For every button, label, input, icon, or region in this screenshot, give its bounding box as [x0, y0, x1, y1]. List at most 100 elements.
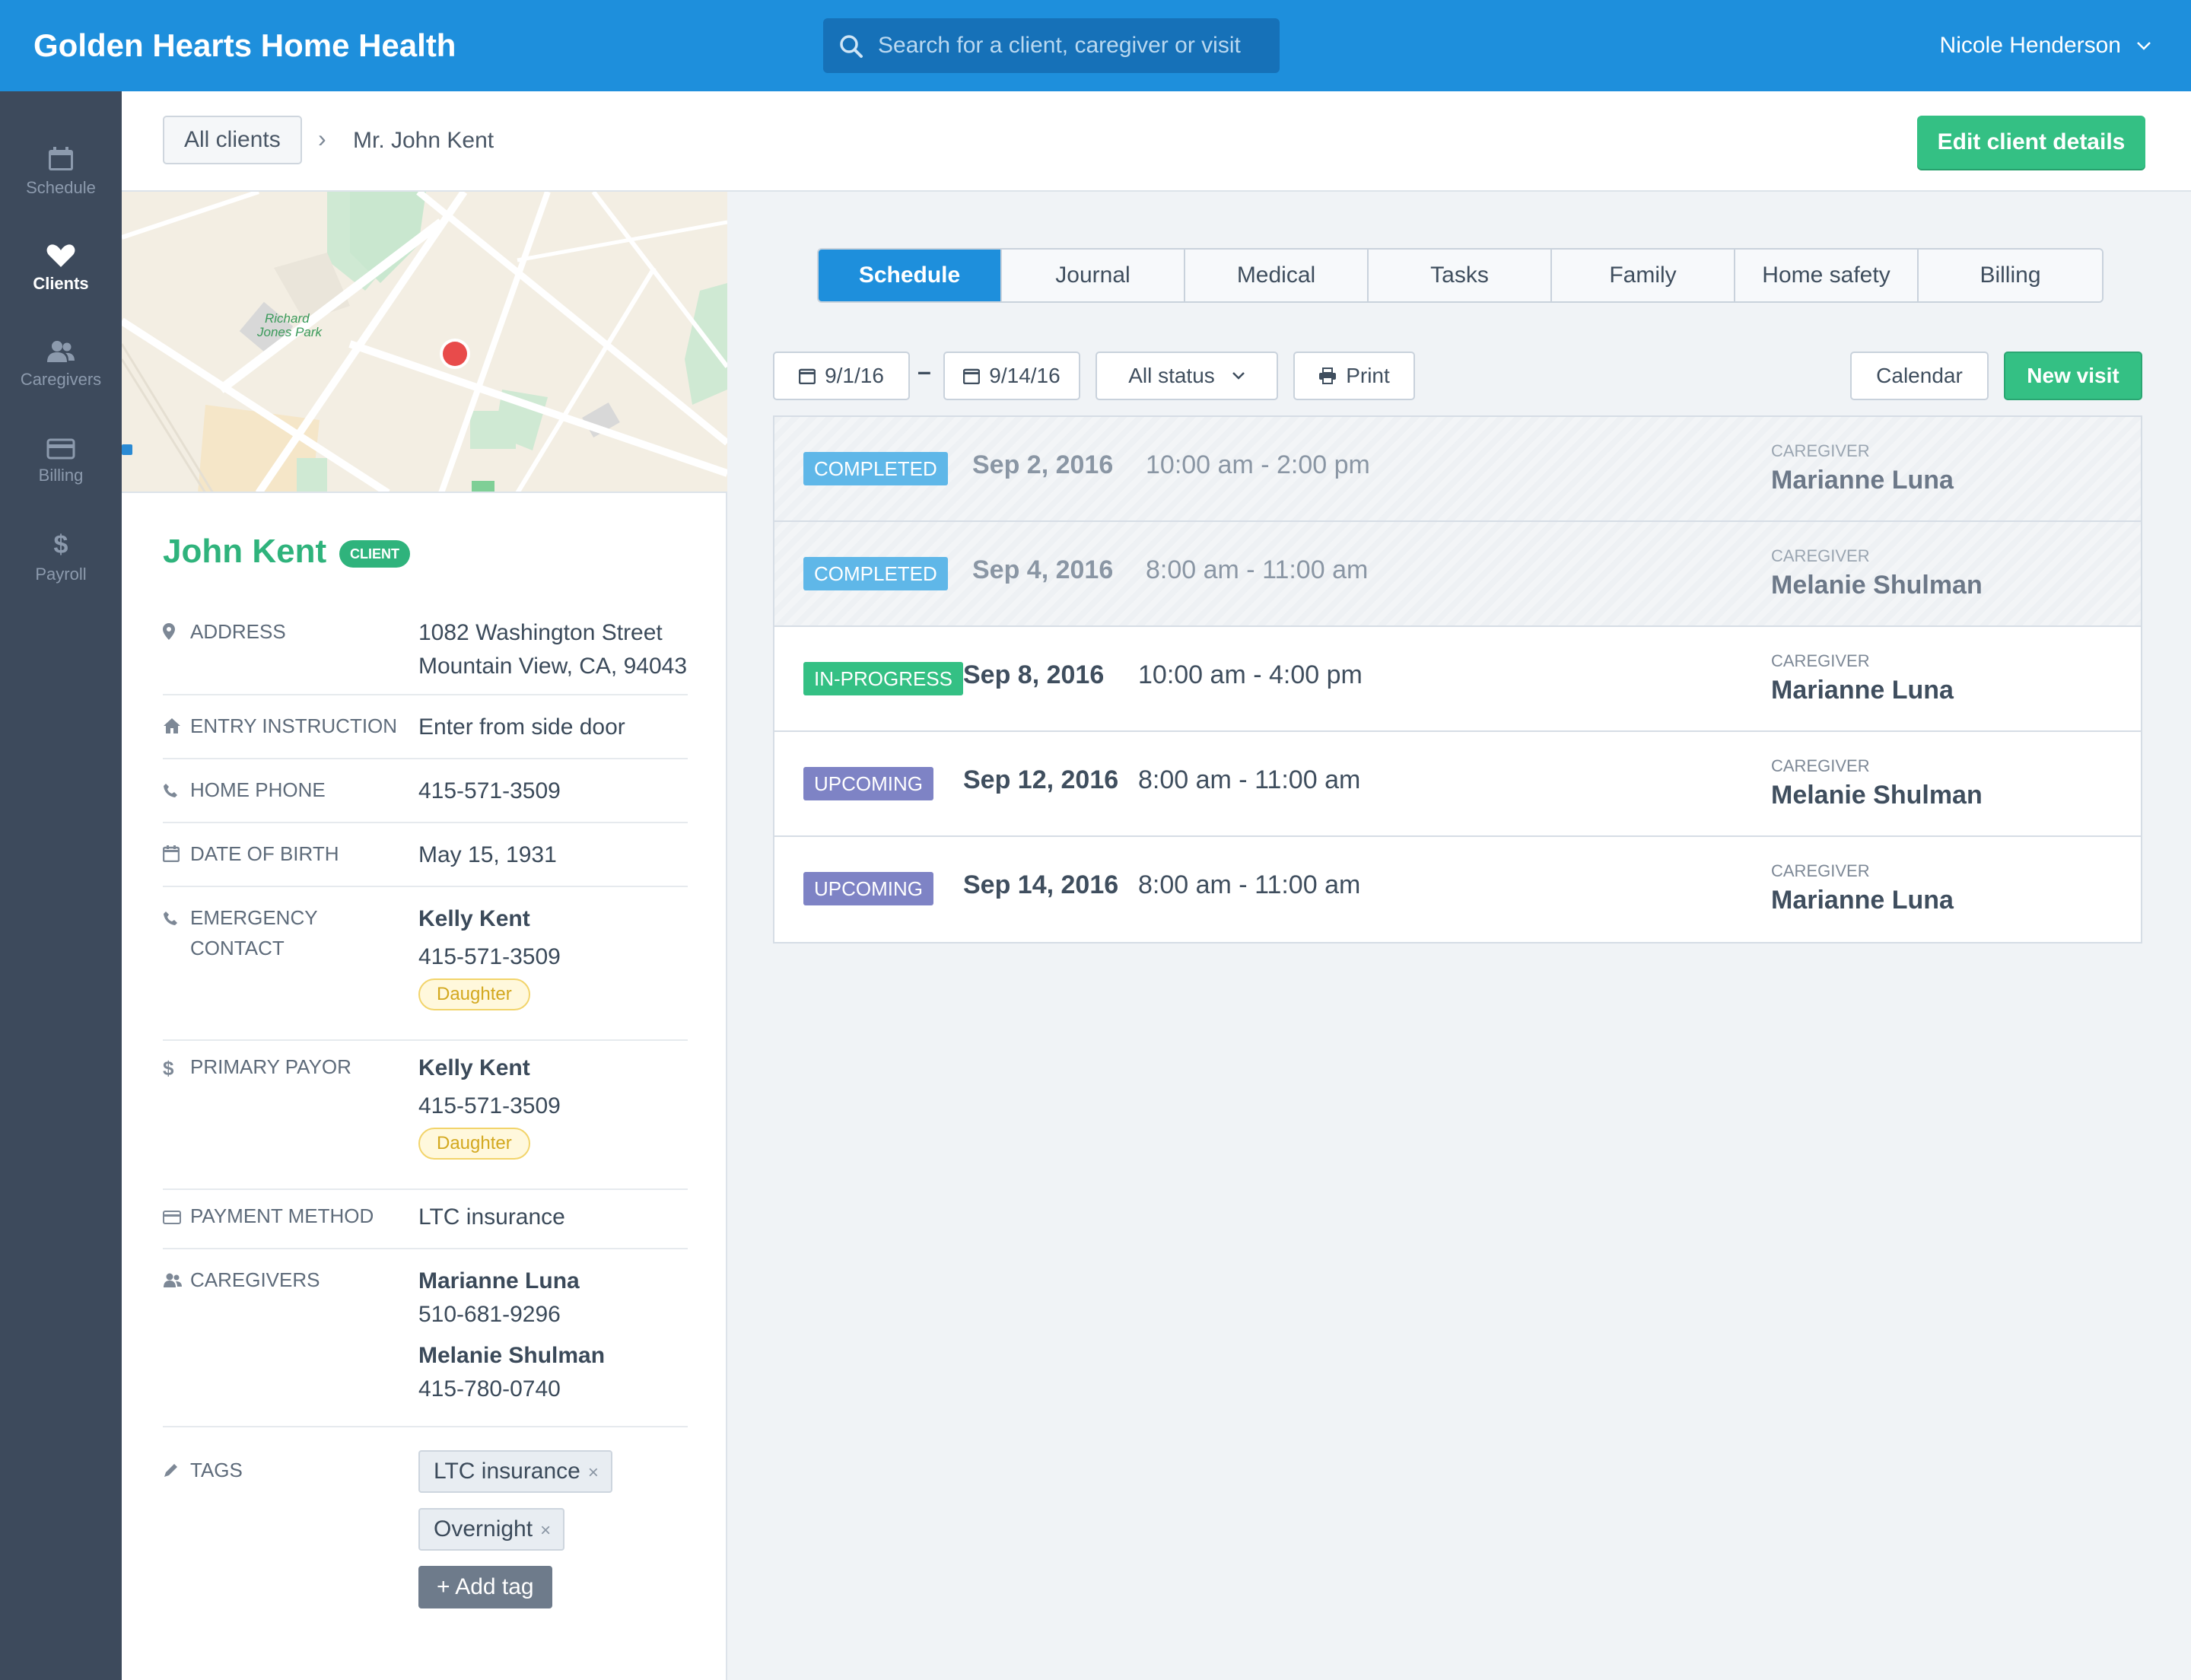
caregiver-label: CAREGIVER	[1771, 756, 1870, 775]
new-visit-button[interactable]: New visit	[2004, 352, 2142, 400]
nav-label-schedule: Schedule	[26, 178, 96, 197]
search-icon	[840, 35, 863, 58]
visit-row[interactable]: UPCOMING Sep 14, 2016 8:00 am - 11:00 am…	[774, 837, 2141, 942]
caregiver-name[interactable]: Melanie Shulman	[418, 1339, 692, 1373]
search-box[interactable]	[823, 18, 1280, 73]
people-icon	[163, 1266, 190, 1297]
phone-icon	[163, 776, 190, 807]
tag-label: LTC insurance	[434, 1459, 580, 1484]
emergency-contact-phone[interactable]: 415-571-3509	[418, 940, 692, 974]
status-badge: IN-PROGRESS	[803, 662, 964, 695]
tab-schedule[interactable]: Schedule	[819, 250, 1002, 301]
visit-time: 8:00 am - 11:00 am	[1138, 765, 1361, 794]
client-map[interactable]: Richard Jones Park	[122, 192, 727, 493]
tab-tasks[interactable]: Tasks	[1369, 250, 1552, 301]
primary-payor-phone[interactable]: 415-571-3509	[418, 1090, 692, 1123]
map-graphic: Richard Jones Park	[122, 192, 727, 492]
nav-item-billing[interactable]: Billing	[0, 438, 122, 522]
status-filter-dropdown[interactable]: All status	[1096, 352, 1278, 400]
add-tag-button[interactable]: + Add tag	[418, 1566, 552, 1608]
tab-family[interactable]: Family	[1552, 250, 1735, 301]
search-input[interactable]	[878, 18, 1266, 73]
emergency-label-1: EMERGENCY	[190, 906, 318, 929]
payment-method-value: LTC insurance	[418, 1204, 565, 1230]
visit-caregiver[interactable]: Melanie Shulman	[1771, 781, 1983, 810]
client-tabs: Schedule Journal Medical Tasks Family Ho…	[817, 248, 2104, 303]
close-icon[interactable]: ×	[588, 1462, 599, 1483]
tab-medical[interactable]: Medical	[1185, 250, 1369, 301]
map-pin-icon	[443, 342, 467, 366]
people-icon	[47, 341, 75, 362]
tab-journal[interactable]: Journal	[1002, 250, 1185, 301]
print-button[interactable]: Print	[1293, 352, 1415, 400]
map-marker-icon	[163, 618, 190, 648]
calendar-icon	[799, 368, 816, 384]
tab-billing[interactable]: Billing	[1919, 250, 2102, 301]
caregivers-label: CAREGIVERS	[190, 1268, 320, 1291]
date-from-picker[interactable]: 9/1/16	[773, 352, 910, 400]
visit-row[interactable]: COMPLETED Sep 2, 2016 10:00 am - 2:00 pm…	[774, 417, 2141, 522]
visit-caregiver[interactable]: Marianne Luna	[1771, 886, 1954, 915]
primary-payor-row: $ PRIMARY PAYOR Kelly Kent 415-571-3509 D…	[163, 1052, 688, 1190]
visit-caregiver[interactable]: Melanie Shulman	[1771, 571, 1983, 600]
caregiver-name[interactable]: Marianne Luna	[418, 1265, 692, 1298]
visit-row[interactable]: IN-PROGRESS Sep 8, 2016 10:00 am - 4:00 …	[774, 627, 2141, 732]
primary-payor-label: PRIMARY PAYOR	[190, 1055, 351, 1078]
app-title[interactable]: Golden Hearts Home Health	[33, 0, 456, 91]
visit-time: 10:00 am - 4:00 pm	[1138, 660, 1363, 689]
primary-payor-name[interactable]: Kelly Kent	[418, 1052, 692, 1085]
map-park-label-1: Richard	[265, 311, 310, 326]
dollar-icon: $	[53, 530, 68, 559]
caregiver-label: CAREGIVER	[1771, 546, 1870, 565]
tag-label: Overnight	[434, 1516, 533, 1542]
date-of-birth-row: DATE OF BIRTH May 15, 1931	[162, 838, 688, 887]
status-badge: COMPLETED	[803, 557, 948, 590]
calendar-small-icon	[162, 840, 190, 870]
user-name: Nicole Henderson	[1939, 33, 2121, 58]
client-panel: Richard Jones Park John Kent CLIENT ADDR…	[122, 192, 727, 1680]
tab-home-safety[interactable]: Home safety	[1735, 250, 1919, 301]
visit-date: Sep 12, 2016	[963, 765, 1119, 794]
visit-time: 8:00 am - 11:00 am	[1138, 870, 1361, 899]
address-line-1[interactable]: 1082 Washington Street	[418, 616, 692, 650]
caregiver-phone[interactable]: 510-681-9296	[418, 1298, 692, 1332]
user-menu[interactable]: Nicole Henderson	[1940, 0, 2151, 91]
nav-label-caregivers: Caregivers	[20, 370, 102, 389]
left-nav: Schedule Clients Caregivers Billing $ Pa…	[0, 91, 122, 1680]
all-clients-button[interactable]: All clients	[163, 116, 302, 164]
tag-chip: Overnight ×	[418, 1508, 565, 1551]
nav-label-billing: Billing	[38, 466, 84, 485]
caregiver-label: CAREGIVER	[1771, 861, 1870, 880]
visits-list: COMPLETED Sep 2, 2016 10:00 am - 2:00 pm…	[773, 415, 2142, 943]
payment-method-row: PAYMENT METHOD LTC insurance	[163, 1201, 688, 1249]
visit-caregiver[interactable]: Marianne Luna	[1771, 466, 1954, 495]
breadcrumb-chevron-icon: ›	[318, 125, 326, 152]
caregiver-phone[interactable]: 415-780-0740	[418, 1373, 692, 1406]
edit-client-details-button[interactable]: Edit client details	[1917, 116, 2145, 169]
visit-date: Sep 14, 2016	[963, 870, 1119, 899]
visit-row[interactable]: COMPLETED Sep 4, 2016 8:00 am - 11:00 am…	[774, 522, 2141, 627]
emergency-relation-badge: Daughter	[418, 978, 530, 1010]
home-phone-label: HOME PHONE	[190, 778, 326, 801]
nav-item-schedule[interactable]: Schedule	[0, 146, 122, 230]
visit-caregiver[interactable]: Marianne Luna	[1771, 676, 1954, 705]
calendar-icon	[49, 147, 73, 170]
nav-label-payroll: Payroll	[35, 565, 87, 584]
emergency-contact-name[interactable]: Kelly Kent	[418, 902, 692, 936]
home-icon	[163, 712, 190, 743]
nav-item-caregivers[interactable]: Caregivers	[0, 339, 122, 423]
close-icon[interactable]: ×	[540, 1520, 551, 1541]
nav-item-payroll[interactable]: $ Payroll	[0, 531, 122, 615]
address-line-2[interactable]: Mountain View, CA, 94043	[418, 650, 692, 683]
calendar-button[interactable]: Calendar	[1850, 352, 1989, 400]
visit-row[interactable]: UPCOMING Sep 12, 2016 8:00 am - 11:00 am…	[774, 732, 2141, 837]
nav-item-clients[interactable]: Clients	[0, 243, 122, 327]
home-phone-row: HOME PHONE 415-571-3509	[163, 775, 688, 823]
breadcrumb-current: Mr. John Kent	[353, 128, 494, 153]
home-phone-value[interactable]: 415-571-3509	[418, 775, 692, 808]
date-to-picker[interactable]: 9/14/16	[943, 352, 1080, 400]
entry-instruction-row: ENTRY INSTRUCTION Enter from side door	[163, 711, 688, 759]
address-label: ADDRESS	[190, 620, 286, 643]
phone-icon	[163, 904, 190, 934]
visit-time: 10:00 am - 2:00 pm	[1146, 450, 1370, 479]
